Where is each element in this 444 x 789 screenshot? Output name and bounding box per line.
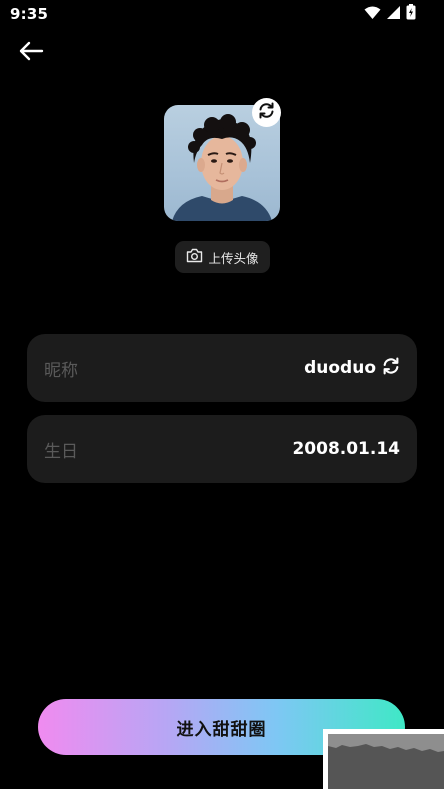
status-icons <box>364 4 416 24</box>
back-button[interactable] <box>14 38 48 68</box>
upload-avatar-label: 上传头像 <box>208 250 259 266</box>
avatar-container <box>164 98 281 221</box>
birthday-field[interactable]: 生日 2008.01.14 <box>27 415 417 483</box>
nickname-field[interactable]: 昵称 duoduo <box>27 334 417 402</box>
enter-button-label: 进入甜甜圈 <box>176 719 267 740</box>
signal-icon <box>386 5 401 24</box>
battery-icon <box>406 4 416 24</box>
status-time: 9:35 <box>10 5 49 23</box>
arrow-left-icon <box>17 40 45 66</box>
camera-icon <box>186 248 203 267</box>
upload-avatar-button[interactable]: 上传头像 <box>175 241 270 273</box>
birthday-value: 2008.01.14 <box>292 439 400 459</box>
refresh-icon[interactable] <box>382 357 400 379</box>
status-bar: 9:35 <box>0 0 444 28</box>
nickname-label: 昵称 <box>44 360 78 381</box>
avatar-refresh-button[interactable] <box>252 98 281 127</box>
refresh-icon <box>258 102 275 123</box>
pip-thumbnail[interactable] <box>323 729 444 789</box>
pip-preview <box>328 734 444 789</box>
wifi-icon <box>364 5 381 24</box>
nickname-value-group: duoduo <box>304 357 400 379</box>
nickname-value: duoduo <box>304 358 376 378</box>
birthday-label: 生日 <box>44 441 78 462</box>
